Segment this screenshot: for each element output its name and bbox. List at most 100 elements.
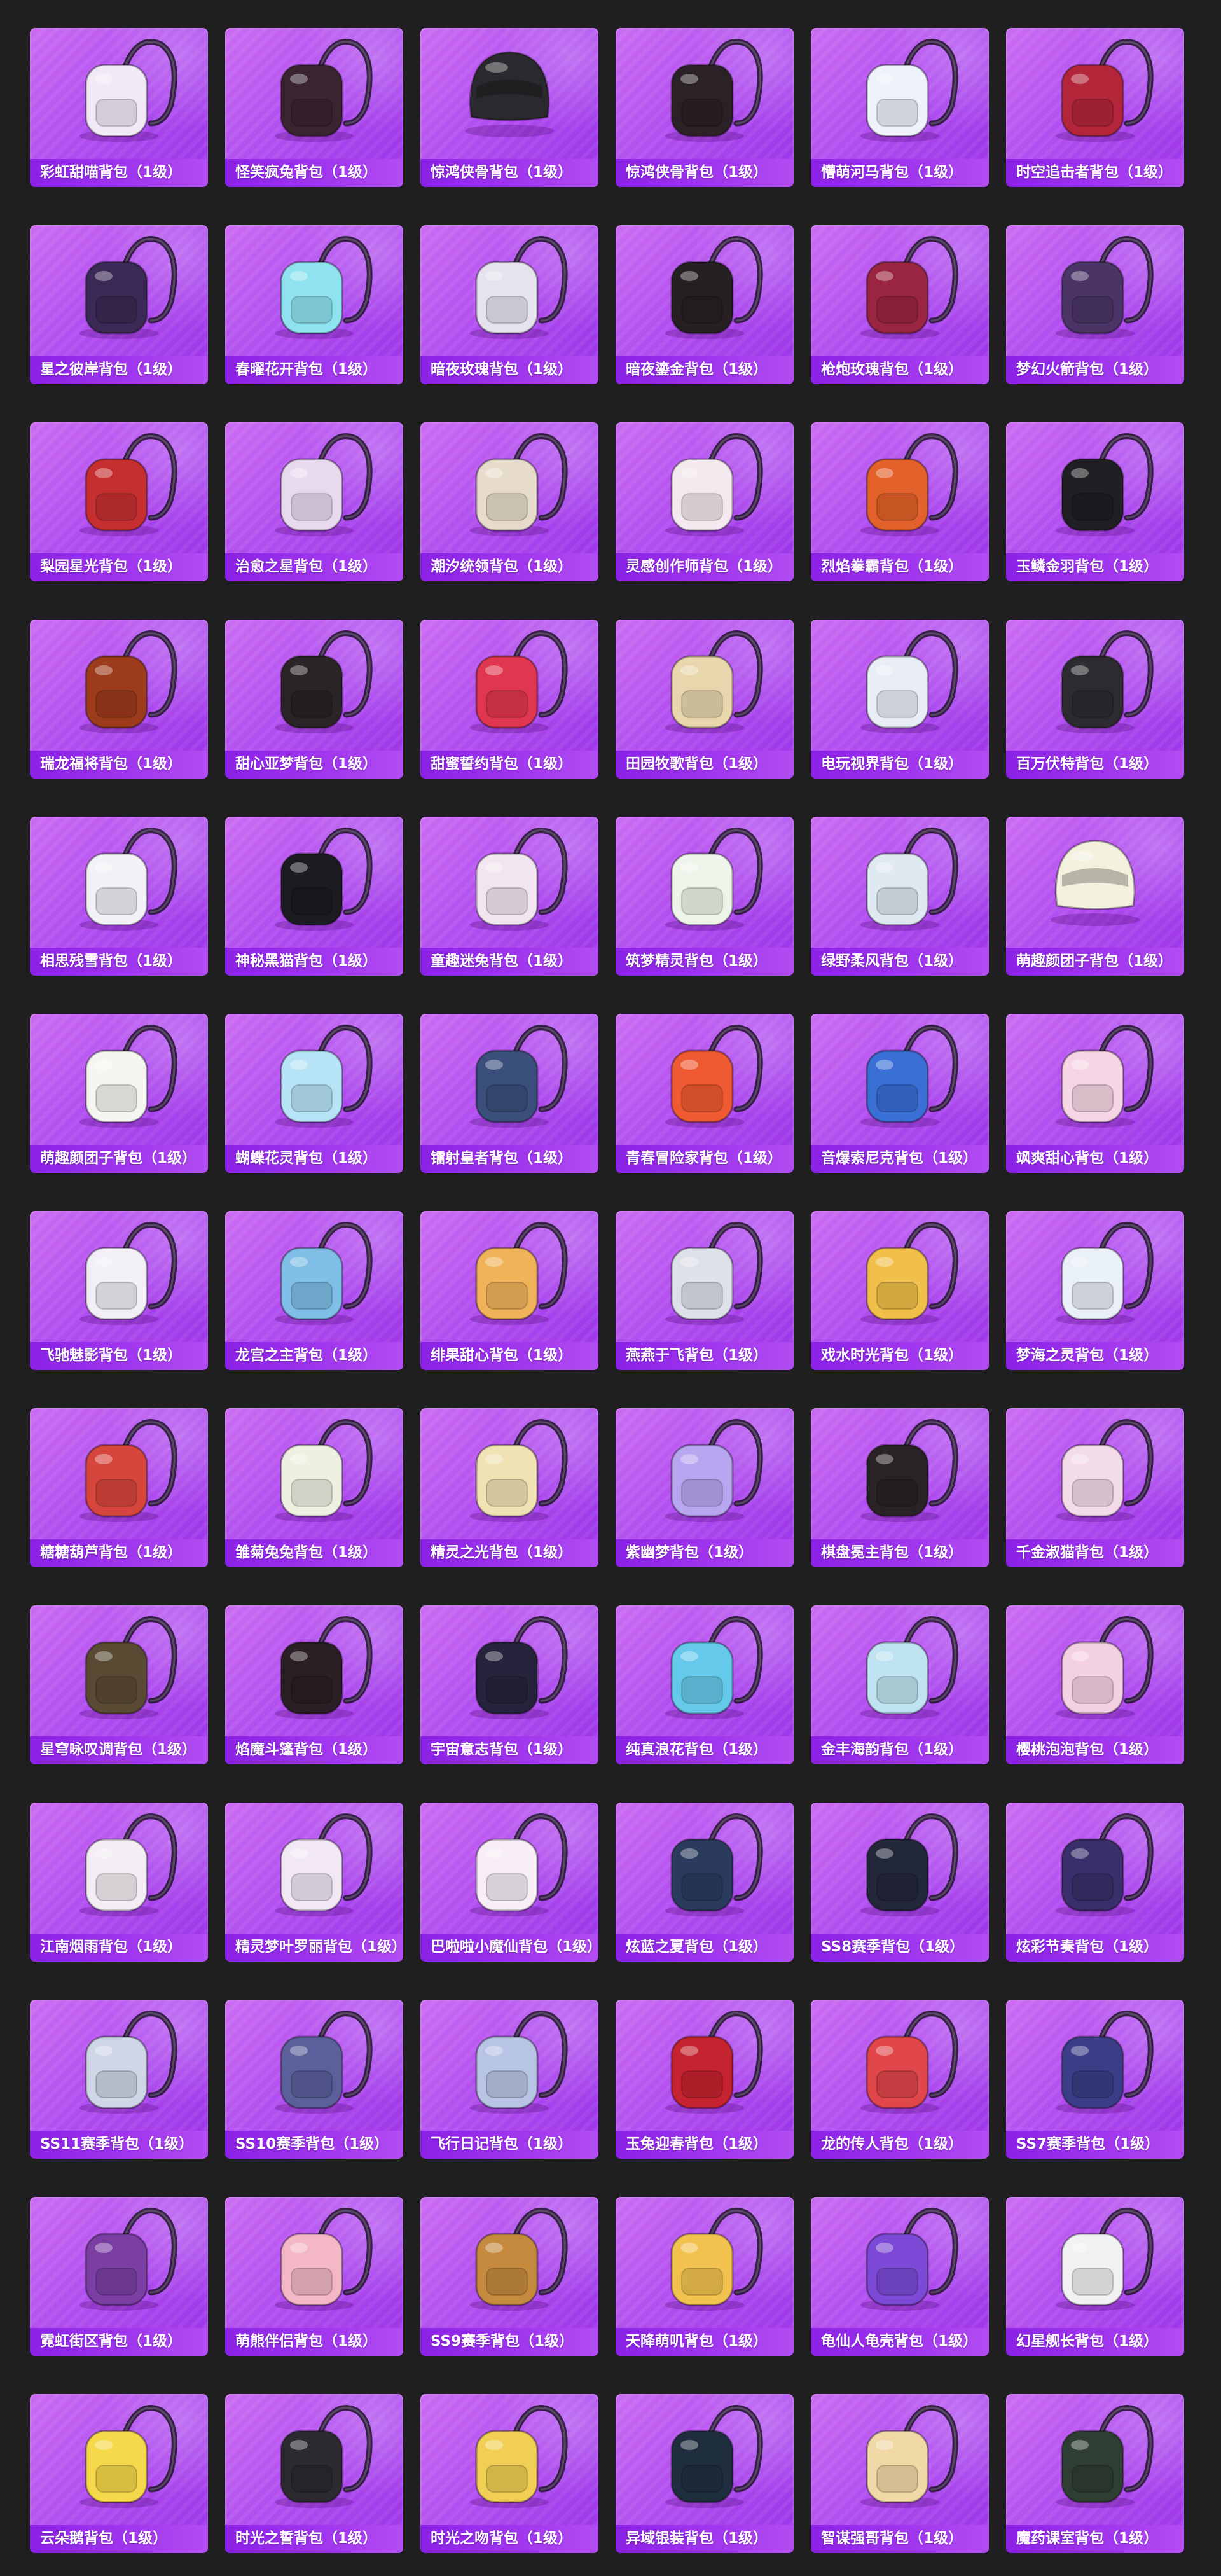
backpack-card[interactable]: 异域银装背包（1级） [616, 2394, 794, 2553]
backpack-card[interactable]: 雏菊兔兔背包（1级） [225, 1408, 403, 1567]
backpack-card[interactable]: 星之彼岸背包（1级） [30, 225, 208, 384]
backpack-card[interactable]: 烈焰拳霸背包（1级） [811, 422, 989, 581]
backpack-card[interactable]: SS11赛季背包（1级） [30, 2000, 208, 2159]
backpack-icon [616, 28, 794, 155]
backpack-icon [225, 1014, 403, 1141]
backpack-card[interactable]: 飒爽甜心背包（1级） [1006, 1014, 1184, 1173]
backpack-card[interactable]: 巴啦啦小魔仙背包（1级） [420, 1803, 598, 1962]
backpack-card[interactable]: 蝴蝶花灵背包（1级） [225, 1014, 403, 1173]
backpack-card[interactable]: 智谋强哥背包（1级） [811, 2394, 989, 2553]
backpack-name: 怪笑疯兔背包（1级） [235, 164, 378, 181]
backpack-card[interactable]: 玉兔迎春背包（1级） [616, 2000, 794, 2159]
backpack-icon [616, 817, 794, 944]
backpack-card[interactable]: 纯真浪花背包（1级） [616, 1605, 794, 1764]
backpack-icon [225, 2394, 403, 2521]
backpack-card[interactable]: 绯果甜心背包（1级） [420, 1211, 598, 1370]
backpack-icon [225, 1605, 403, 1733]
backpack-card[interactable]: 霓虹街区背包（1级） [30, 2197, 208, 2356]
backpack-card[interactable]: 怪笑疯兔背包（1级） [225, 28, 403, 187]
backpack-card[interactable]: 龙的传人背包（1级） [811, 2000, 989, 2159]
backpack-card[interactable]: 魔药课室背包（1级） [1006, 2394, 1184, 2553]
backpack-icon [225, 2197, 403, 2324]
backpack-card[interactable]: 燕燕于飞背包（1级） [616, 1211, 794, 1370]
backpack-card[interactable]: 萌趣颜团子背包（1级） [30, 1014, 208, 1173]
backpack-card[interactable]: 百万伏特背包（1级） [1006, 620, 1184, 779]
backpack-card[interactable]: 彩虹甜喵背包（1级） [30, 28, 208, 187]
backpack-card[interactable]: 潮汐统领背包（1级） [420, 422, 598, 581]
backpack-card[interactable]: 时光之吻背包（1级） [420, 2394, 598, 2553]
backpack-icon [30, 1014, 208, 1141]
backpack-icon [30, 28, 208, 155]
backpack-icon [225, 620, 403, 747]
backpack-icon [1006, 1605, 1184, 1733]
backpack-card[interactable]: 暗夜玫瑰背包（1级） [420, 225, 598, 384]
backpack-card[interactable]: SS10赛季背包（1级） [225, 2000, 403, 2159]
backpack-card[interactable]: 相思残雪背包（1级） [30, 817, 208, 976]
backpack-card[interactable]: 梦幻火箭背包（1级） [1006, 225, 1184, 384]
backpack-card[interactable]: 龙宫之主背包（1级） [225, 1211, 403, 1370]
backpack-card[interactable]: 精灵之光背包（1级） [420, 1408, 598, 1567]
backpack-card[interactable]: 江南烟雨背包（1级） [30, 1803, 208, 1962]
backpack-card[interactable]: 飞行日记背包（1级） [420, 2000, 598, 2159]
backpack-name: 异域银装背包（1级） [626, 2530, 768, 2547]
backpack-card[interactable]: 治愈之星背包（1级） [225, 422, 403, 581]
backpack-card[interactable]: 龟仙人龟壳背包（1级） [811, 2197, 989, 2356]
backpack-card[interactable]: 音爆索尼克背包（1级） [811, 1014, 989, 1173]
backpack-card[interactable]: 瑞龙福将背包（1级） [30, 620, 208, 779]
backpack-card[interactable]: 炫蓝之夏背包（1级） [616, 1803, 794, 1962]
backpack-card[interactable]: 棋盘冕主背包（1级） [811, 1408, 989, 1567]
backpack-card[interactable]: 樱桃泡泡背包（1级） [1006, 1605, 1184, 1764]
backpack-card[interactable]: 筑梦精灵背包（1级） [616, 817, 794, 976]
backpack-card[interactable]: 萌熊伴侣背包（1级） [225, 2197, 403, 2356]
backpack-card[interactable]: 神秘黑猫背包（1级） [225, 817, 403, 976]
backpack-card[interactable]: 梦海之灵背包（1级） [1006, 1211, 1184, 1370]
backpack-name: 萌熊伴侣背包（1级） [235, 2333, 378, 2350]
backpack-card[interactable]: 金丰海韵背包（1级） [811, 1605, 989, 1764]
backpack-card[interactable]: 焰魔斗篷背包（1级） [225, 1605, 403, 1764]
backpack-icon [225, 225, 403, 352]
backpack-card[interactable]: 萌趣颜团子背包（1级） [1006, 817, 1184, 976]
backpack-card[interactable]: 懵萌河马背包（1级） [811, 28, 989, 187]
backpack-card[interactable]: 天降萌叽背包（1级） [616, 2197, 794, 2356]
backpack-card[interactable]: 紫幽梦背包（1级） [616, 1408, 794, 1567]
backpack-card[interactable]: 炫彩节奏背包（1级） [1006, 1803, 1184, 1962]
backpack-name: 焰魔斗篷背包（1级） [235, 1742, 378, 1758]
backpack-icon [420, 2197, 598, 2324]
backpack-card[interactable]: 糖糖葫芦背包（1级） [30, 1408, 208, 1567]
backpack-card[interactable]: 精灵梦叶罗丽背包（1级） [225, 1803, 403, 1962]
backpack-card[interactable]: 田园牧歌背包（1级） [616, 620, 794, 779]
backpack-card[interactable]: 惊鸿侠骨背包（1级） [616, 28, 794, 187]
backpack-card[interactable]: 云朵鹅背包（1级） [30, 2394, 208, 2553]
backpack-card[interactable]: 甜心亚梦背包（1级） [225, 620, 403, 779]
backpack-card[interactable]: 时光之誓背包（1级） [225, 2394, 403, 2553]
backpack-card[interactable]: SS9赛季背包（1级） [420, 2197, 598, 2356]
backpack-card[interactable]: 千金淑猫背包（1级） [1006, 1408, 1184, 1567]
backpack-icon [1006, 28, 1184, 155]
backpack-name: SS9赛季背包（1级） [431, 2333, 574, 2350]
backpack-card[interactable]: 甜蜜誓约背包（1级） [420, 620, 598, 779]
backpack-card[interactable]: 梨园星光背包（1级） [30, 422, 208, 581]
backpack-card[interactable]: 戏水时光背包（1级） [811, 1211, 989, 1370]
backpack-card[interactable]: 飞驰魅影背包（1级） [30, 1211, 208, 1370]
backpack-card[interactable]: 绿野柔风背包（1级） [811, 817, 989, 976]
backpack-icon [1006, 620, 1184, 747]
backpack-card[interactable]: 童趣迷兔背包（1级） [420, 817, 598, 976]
backpack-card[interactable]: 星穹咏叹调背包（1级） [30, 1605, 208, 1764]
backpack-card[interactable]: SS8赛季背包（1级） [811, 1803, 989, 1962]
backpack-card[interactable]: 枪炮玫瑰背包（1级） [811, 225, 989, 384]
backpack-card[interactable]: SS7赛季背包（1级） [1006, 2000, 1184, 2159]
backpack-name: 萌趣颜团子背包（1级） [1016, 953, 1173, 969]
backpack-card[interactable]: 暗夜鎏金背包（1级） [616, 225, 794, 384]
backpack-card[interactable]: 时空追击者背包（1级） [1006, 28, 1184, 187]
backpack-card[interactable]: 春曜花开背包（1级） [225, 225, 403, 384]
backpack-card[interactable]: 宇宙意志背包（1级） [420, 1605, 598, 1764]
backpack-card[interactable]: 镭射皇者背包（1级） [420, 1014, 598, 1173]
backpack-card[interactable]: 惊鸿侠骨背包（1级） [420, 28, 598, 187]
backpack-card[interactable]: 电玩视界背包（1级） [811, 620, 989, 779]
backpack-card[interactable]: 青春冒险家背包（1级） [616, 1014, 794, 1173]
backpack-card[interactable]: 灵感创作师背包（1级） [616, 422, 794, 581]
backpack-icon [30, 1408, 208, 1535]
backpack-card[interactable]: 幻星舰长背包（1级） [1006, 2197, 1184, 2356]
backpack-card[interactable]: 玉鳞金羽背包（1级） [1006, 422, 1184, 581]
backpack-name: 飒爽甜心背包（1级） [1016, 1150, 1159, 1167]
